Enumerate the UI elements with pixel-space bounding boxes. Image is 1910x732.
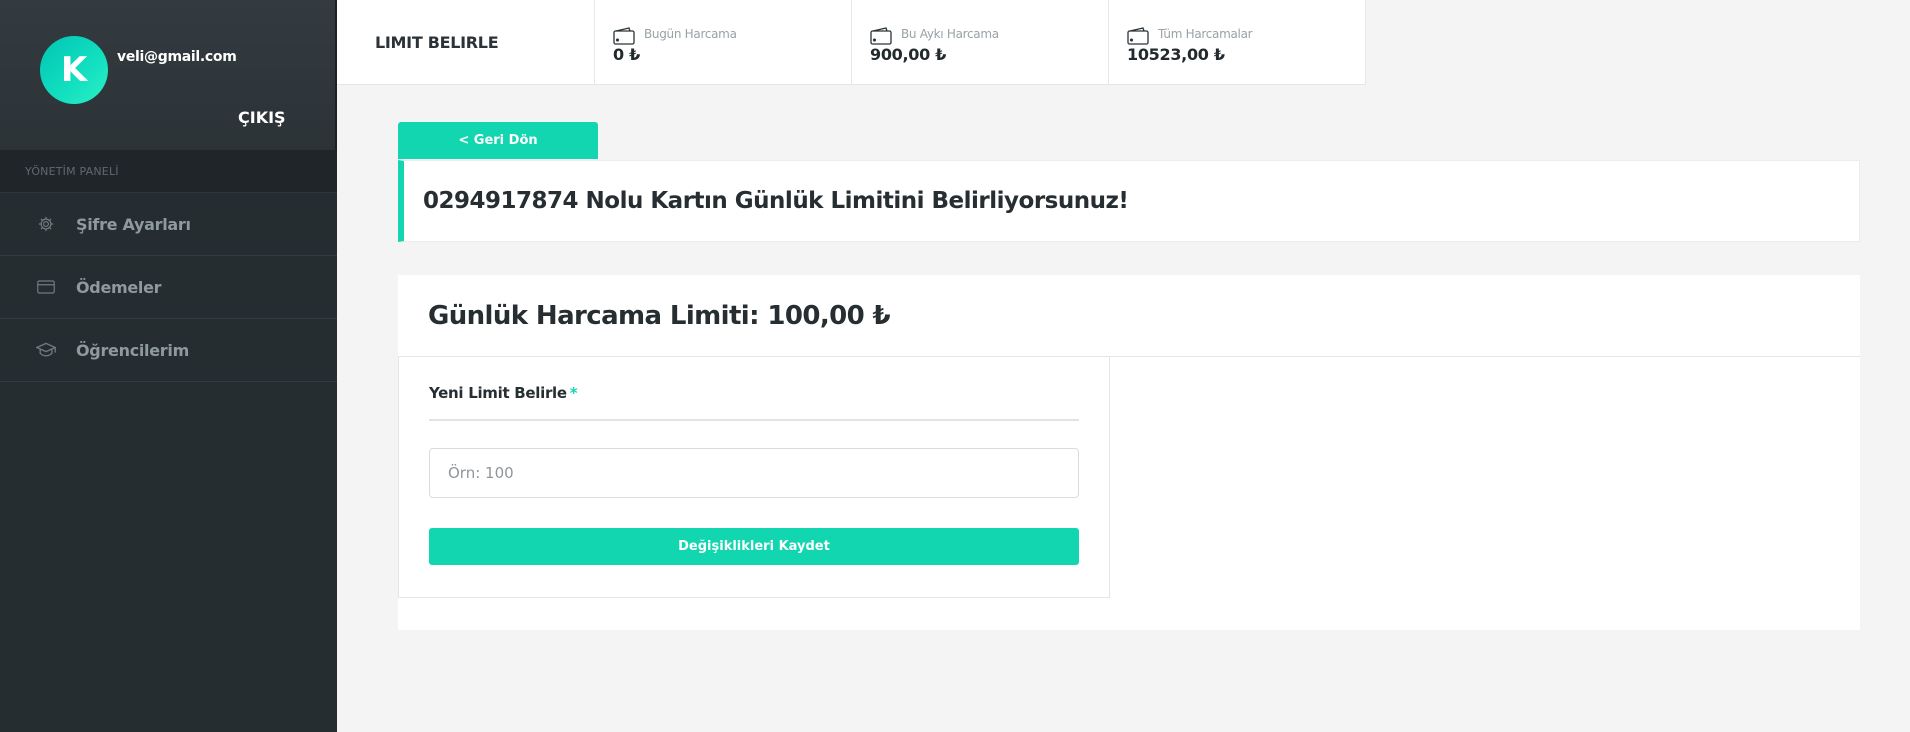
sidebar-item-students[interactable]: Öğrencilerim (0, 319, 337, 382)
back-button[interactable]: < Geri Dön (398, 122, 598, 159)
field-label-text: Yeni Limit Belirle (429, 384, 567, 402)
card-info-alert: 0294917874 Nolu Kartın Günlük Limitini B… (398, 160, 1860, 242)
stat-label: Bu Aykı Harcama (901, 27, 999, 41)
limit-form: Yeni Limit Belirle* Değişiklikleri Kayde… (398, 356, 1110, 598)
stat-label: Bugün Harcama (644, 27, 737, 41)
stat-value: 0 ₺ (613, 45, 640, 64)
sidebar-item-label: Öğrencilerim (76, 340, 189, 360)
new-limit-input[interactable] (429, 448, 1079, 498)
page-title: LIMIT BELIRLE (337, 0, 595, 85)
stat-total-spending: Tüm Harcamalar 10523,00 ₺ (1109, 0, 1366, 85)
logout-button[interactable]: ÇIKIŞ (238, 108, 286, 127)
stat-month-spending: Bu Aykı Harcama 900,00 ₺ (852, 0, 1109, 85)
gear-icon (36, 214, 56, 234)
sidebar: K veli@gmail.com ÇIKIŞ YÖNETİM PANELİ Şi… (0, 0, 337, 732)
stat-label: Tüm Harcamalar (1158, 27, 1253, 41)
limit-card: Günlük Harcama Limiti: 100,00 ₺ Yeni Lim… (398, 275, 1860, 630)
profile-panel: K veli@gmail.com ÇIKIŞ (0, 0, 337, 150)
field-label: Yeni Limit Belirle * (429, 384, 578, 402)
stat-value: 10523,00 ₺ (1127, 45, 1225, 64)
sidebar-item-label: Şifre Ayarları (76, 214, 191, 234)
sidebar-item-label: Ödemeler (76, 277, 162, 297)
stat-value: 900,00 ₺ (870, 45, 947, 64)
top-bar: LIMIT BELIRLE Bugün Harcama 0 ₺ Bu Aykı … (337, 0, 1366, 85)
card-title: Günlük Harcama Limiti: 100,00 ₺ (398, 275, 1860, 357)
sidebar-item-password-settings[interactable]: Şifre Ayarları (0, 193, 337, 256)
save-changes-button[interactable]: Değişiklikleri Kaydet (429, 528, 1079, 565)
divider (429, 419, 1079, 421)
sidebar-item-payments[interactable]: Ödemeler (0, 256, 337, 319)
user-email: veli@gmail.com (117, 49, 237, 65)
credit-card-icon (36, 277, 56, 297)
avatar[interactable]: K (40, 36, 108, 104)
sidebar-section-title: YÖNETİM PANELİ (0, 150, 337, 193)
graduation-cap-icon (36, 340, 56, 360)
required-marker: * (569, 384, 578, 402)
stat-today-spending: Bugün Harcama 0 ₺ (595, 0, 852, 85)
